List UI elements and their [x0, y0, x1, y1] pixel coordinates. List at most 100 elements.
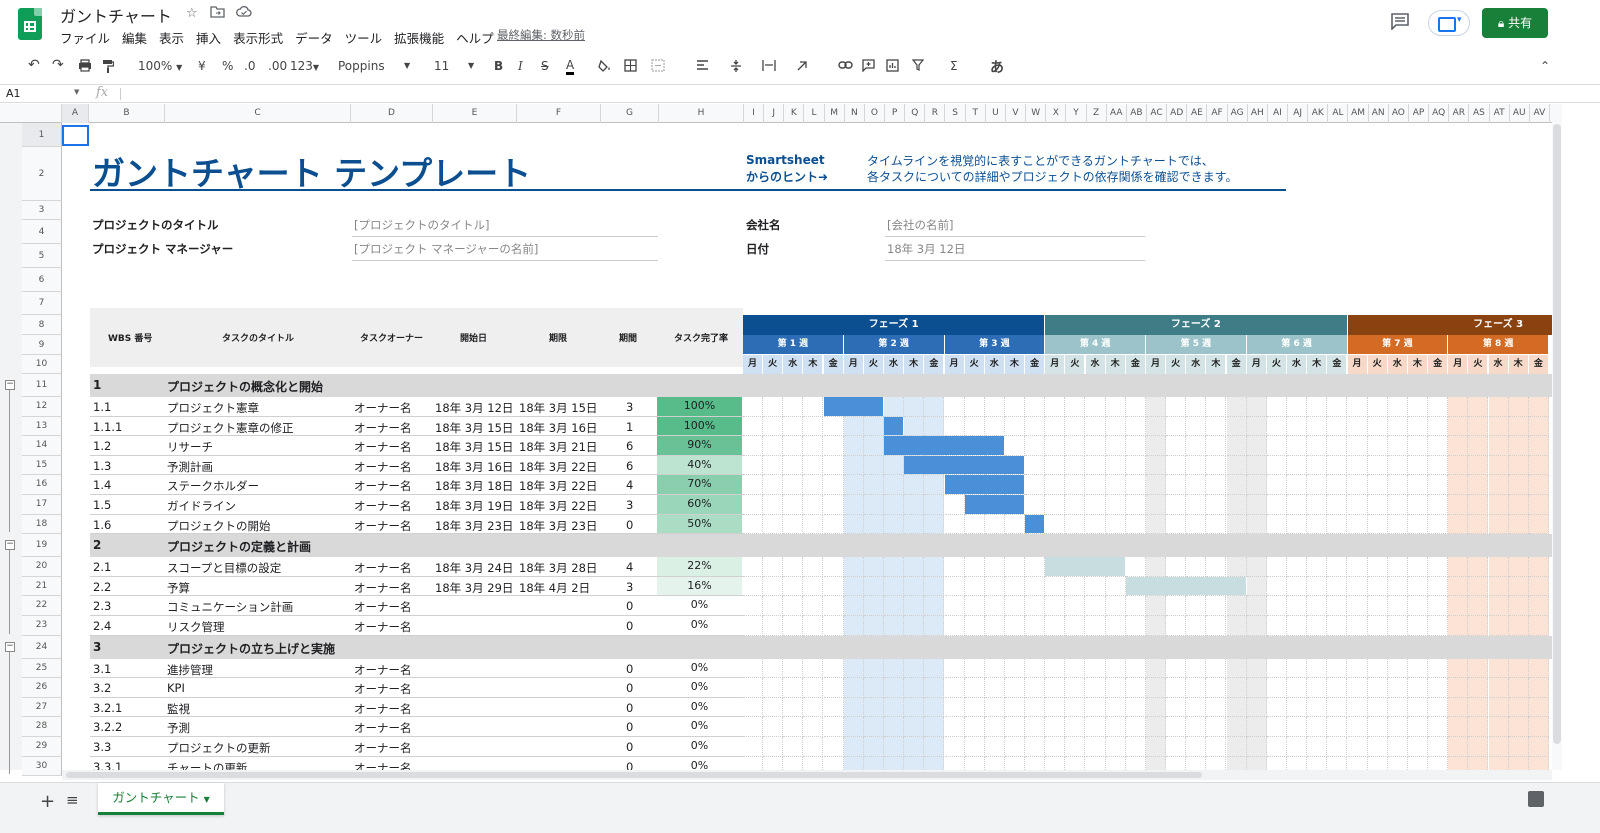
- gantt-cell[interactable]: [1508, 514, 1529, 535]
- gantt-bar[interactable]: [884, 416, 905, 436]
- gantt-cell[interactable]: [964, 756, 985, 770]
- vertical-align-icon[interactable]: [730, 59, 742, 76]
- gantt-cell[interactable]: [1004, 678, 1025, 698]
- gantt-cell[interactable]: [1186, 678, 1207, 698]
- column-header-w[interactable]: W: [1026, 104, 1047, 123]
- row-header-22[interactable]: 22: [22, 596, 62, 616]
- task-title-cell[interactable]: 進捗管理: [167, 662, 213, 678]
- gantt-cell[interactable]: [1166, 557, 1187, 577]
- column-header-ai[interactable]: AI: [1268, 104, 1289, 123]
- gantt-cell[interactable]: [1528, 557, 1549, 577]
- wbs-cell[interactable]: 3.3.1: [93, 760, 122, 770]
- wbs-cell[interactable]: 1.1: [93, 400, 111, 414]
- column-header-q[interactable]: Q: [905, 104, 926, 123]
- start-date-cell[interactable]: 18年 3月 19日: [435, 498, 513, 514]
- gantt-cell[interactable]: [1407, 737, 1428, 757]
- wbs-cell[interactable]: 3.2.2: [93, 720, 122, 734]
- gantt-cell[interactable]: [1105, 436, 1126, 456]
- gantt-cell[interactable]: [1468, 397, 1489, 417]
- gantt-cell[interactable]: [884, 678, 905, 698]
- gantt-cell[interactable]: [863, 717, 884, 737]
- gantt-cell[interactable]: [1246, 717, 1267, 737]
- gantt-cell[interactable]: [1246, 576, 1267, 597]
- duration-cell[interactable]: 0: [626, 518, 633, 532]
- gantt-cell[interactable]: [1125, 756, 1146, 770]
- gantt-cell[interactable]: [1105, 616, 1126, 636]
- task-title-cell[interactable]: 予測計画: [167, 459, 213, 475]
- gantt-cell[interactable]: [1327, 678, 1348, 698]
- column-header-ae[interactable]: AE: [1187, 104, 1208, 123]
- gantt-cell[interactable]: [1206, 436, 1227, 456]
- owner-cell[interactable]: オーナー名: [354, 681, 412, 697]
- gantt-cell[interactable]: [1407, 596, 1428, 616]
- font-family-select[interactable]: Poppins ▼: [338, 59, 410, 73]
- gantt-cell[interactable]: [1105, 455, 1126, 476]
- gantt-cell[interactable]: [1307, 514, 1328, 535]
- task-title-cell[interactable]: プロジェクト憲章の修正: [167, 420, 294, 436]
- gantt-bar[interactable]: [904, 455, 1026, 475]
- gantt-cell[interactable]: [1428, 475, 1449, 495]
- column-header-i[interactable]: I: [744, 104, 765, 123]
- gantt-cell[interactable]: [964, 596, 985, 616]
- task-title-cell[interactable]: リスク管理: [167, 619, 225, 635]
- owner-cell[interactable]: オーナー名: [354, 580, 412, 596]
- gantt-cell[interactable]: [1146, 475, 1166, 495]
- gantt-cell[interactable]: [1206, 455, 1227, 476]
- gantt-cell[interactable]: [1206, 756, 1227, 770]
- gantt-cell[interactable]: [1387, 514, 1408, 535]
- column-header-av[interactable]: AV: [1530, 104, 1550, 123]
- gantt-cell[interactable]: [964, 737, 985, 757]
- gantt-cell[interactable]: [1448, 436, 1469, 456]
- column-header-at[interactable]: AT: [1490, 104, 1510, 123]
- gantt-cell[interactable]: [1488, 596, 1509, 616]
- gantt-cell[interactable]: [1287, 436, 1308, 456]
- wbs-cell[interactable]: 2.2: [93, 580, 111, 594]
- gantt-cell[interactable]: [1125, 737, 1146, 757]
- task-title-cell[interactable]: プロジェクトの更新: [167, 740, 271, 756]
- column-header-j[interactable]: J: [764, 104, 785, 123]
- owner-cell[interactable]: オーナー名: [354, 720, 412, 736]
- due-date-cell[interactable]: 18年 3月 21日: [519, 439, 597, 455]
- gantt-cell[interactable]: [1065, 678, 1086, 698]
- gantt-cell[interactable]: [1226, 697, 1247, 718]
- gantt-cell[interactable]: [863, 596, 884, 616]
- gantt-cell[interactable]: [1226, 616, 1247, 636]
- gantt-cell[interactable]: [1508, 717, 1529, 737]
- row-header-26[interactable]: 26: [22, 678, 62, 698]
- gantt-cell[interactable]: [1307, 697, 1328, 718]
- gantt-cell[interactable]: [1468, 616, 1489, 636]
- column-header-g[interactable]: G: [601, 104, 659, 123]
- duration-cell[interactable]: 1: [626, 420, 633, 434]
- gantt-cell[interactable]: [1307, 658, 1328, 679]
- gantt-cell[interactable]: [1428, 397, 1449, 417]
- task-title-cell[interactable]: プロジェクトの開始: [167, 518, 271, 534]
- gantt-cell[interactable]: [1004, 557, 1025, 577]
- gantt-cell[interactable]: [843, 416, 864, 437]
- gantt-cell[interactable]: [1226, 717, 1247, 737]
- gantt-cell[interactable]: [924, 678, 945, 698]
- gantt-cell[interactable]: [1428, 495, 1449, 515]
- gantt-cell[interactable]: [1206, 557, 1227, 577]
- gantt-cell[interactable]: [1025, 737, 1046, 757]
- gantt-cell[interactable]: [1004, 397, 1025, 417]
- gantt-cell[interactable]: [1327, 436, 1348, 456]
- gantt-cell[interactable]: [1266, 697, 1287, 718]
- gantt-cell[interactable]: [984, 658, 1005, 679]
- gantt-cell[interactable]: [1327, 397, 1348, 417]
- column-header-v[interactable]: V: [1006, 104, 1027, 123]
- menu-item[interactable]: 拡張機能: [394, 28, 444, 47]
- gantt-cell[interactable]: [843, 756, 864, 770]
- gantt-cell[interactable]: [1226, 475, 1247, 495]
- gantt-cell[interactable]: [1468, 436, 1489, 456]
- gantt-cell[interactable]: [1428, 436, 1449, 456]
- gantt-cell[interactable]: [823, 616, 844, 636]
- gantt-cell[interactable]: [763, 616, 784, 636]
- row-header-9[interactable]: 9: [22, 335, 62, 355]
- start-date-cell[interactable]: 18年 3月 24日: [435, 560, 513, 576]
- gantt-cell[interactable]: [944, 616, 965, 636]
- gantt-cell[interactable]: [904, 576, 925, 597]
- gantt-cell[interactable]: [1045, 717, 1066, 737]
- gantt-cell[interactable]: [1327, 475, 1348, 495]
- gantt-cell[interactable]: [1266, 678, 1287, 698]
- gantt-cell[interactable]: [1186, 658, 1207, 679]
